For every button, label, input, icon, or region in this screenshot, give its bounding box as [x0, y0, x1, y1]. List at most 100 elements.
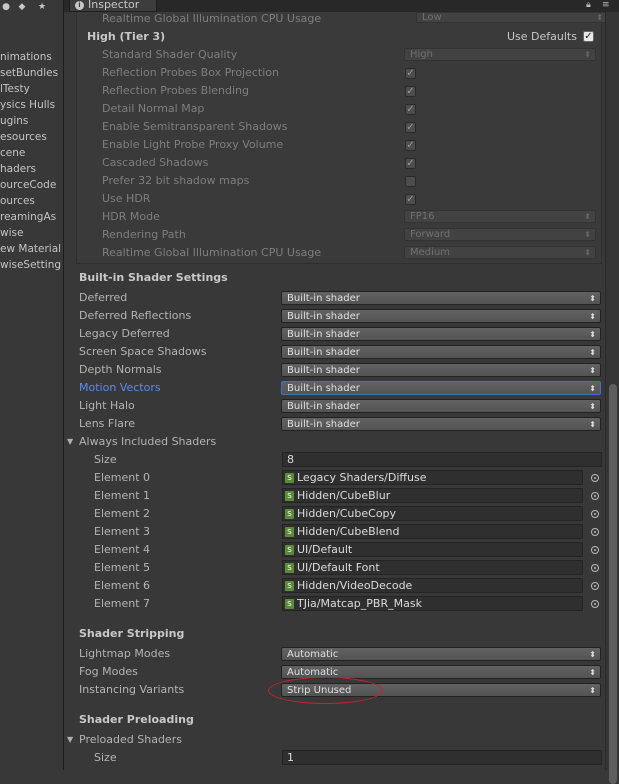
- object-picker-icon[interactable]: [591, 582, 599, 590]
- builtin-row: Light Halo Built-in shader ⬍: [79, 397, 604, 415]
- menu-icon[interactable]: ≡: [602, 0, 610, 10]
- project-item[interactable]: nimations: [0, 51, 52, 63]
- object-picker-icon[interactable]: [591, 564, 599, 572]
- project-item[interactable]: cene: [0, 147, 25, 159]
- scrollbar-thumb[interactable]: [609, 384, 617, 784]
- project-item[interactable]: setBundles: [0, 67, 58, 79]
- object-picker-icon[interactable]: [591, 474, 599, 482]
- project-item[interactable]: ources: [0, 195, 35, 207]
- size-input[interactable]: 1: [282, 750, 602, 765]
- element-row: Element 0 S Legacy Shaders/Diffuse: [94, 469, 609, 487]
- project-item[interactable]: haders: [0, 163, 36, 175]
- setting-dropdown[interactable]: High ⬍: [404, 48, 596, 61]
- shader-name: Hidden/CubeCopy: [297, 507, 397, 520]
- stripping-row: Lightmap Modes Automatic ⬍: [79, 645, 604, 663]
- element-label: Element 2: [94, 507, 151, 520]
- dropdown-value: Built-in shader: [287, 311, 360, 322]
- shader-object-field[interactable]: S Hidden/CubeCopy: [282, 506, 583, 521]
- object-picker-icon[interactable]: [591, 600, 599, 608]
- shader-name: Legacy Shaders/Diffuse: [297, 471, 427, 484]
- preloaded-shaders-foldout[interactable]: ▼ Preloaded Shaders: [67, 731, 607, 749]
- project-item[interactable]: lTesty: [0, 83, 30, 95]
- preloaded-size-row: Size 1: [94, 749, 604, 767]
- builtin-dropdown[interactable]: Built-in shader ⬍: [281, 399, 601, 413]
- setting-checkbox[interactable]: ✓: [405, 86, 416, 97]
- builtin-dropdown[interactable]: Built-in shader ⬍: [281, 417, 601, 431]
- setting-checkbox[interactable]: ✓: [405, 122, 416, 133]
- setting-checkbox[interactable]: ✓: [405, 140, 416, 151]
- size-input[interactable]: 8: [282, 452, 602, 467]
- setting-label: Realtime Global Illumination CPU Usage: [102, 12, 322, 25]
- stripping-label: Fog Modes: [79, 665, 138, 678]
- builtin-dropdown[interactable]: Built-in shader ⬍: [281, 291, 601, 305]
- dropdown-value: Built-in shader: [287, 401, 360, 412]
- project-item[interactable]: ugins: [0, 115, 28, 127]
- builtin-dropdown[interactable]: Built-in shader ⬍: [281, 309, 601, 323]
- shader-object-field[interactable]: S UI/Default: [282, 542, 583, 557]
- project-item[interactable]: ysics Hulls: [0, 99, 55, 111]
- use-defaults-checkbox[interactable]: ✓: [583, 31, 594, 42]
- object-picker-icon[interactable]: [591, 510, 599, 518]
- shader-object-field[interactable]: S Hidden/CubeBlend: [282, 524, 583, 539]
- always-included-label: Always Included Shaders: [79, 435, 217, 448]
- setting-dropdown[interactable]: Medium ⬍: [404, 246, 596, 259]
- setting-label: Reflection Probes Blending: [102, 84, 249, 97]
- builtin-dropdown[interactable]: Built-in shader ⬍: [281, 381, 601, 395]
- lock-icon[interactable]: 🔒︎: [586, 0, 591, 10]
- setting-checkbox[interactable]: [405, 176, 416, 187]
- builtin-dropdown[interactable]: Built-in shader ⬍: [281, 345, 601, 359]
- inspector-scrollbar[interactable]: [605, 12, 619, 784]
- tag-icon[interactable]: ◆: [16, 2, 28, 12]
- setting-checkbox[interactable]: ✓: [405, 158, 416, 169]
- tier3-header[interactable]: High (Tier 3) Use Defaults ✓: [87, 28, 602, 46]
- preloaded-shaders-label: Preloaded Shaders: [79, 733, 182, 746]
- object-picker-icon[interactable]: [591, 546, 599, 554]
- shader-icon: S: [285, 563, 294, 573]
- tier3-setting-row: Detail Normal Map ✓: [102, 100, 602, 118]
- project-item[interactable]: reamingAs: [0, 211, 56, 223]
- shader-object-field[interactable]: S Hidden/CubeBlur: [282, 488, 583, 503]
- shader-object-field[interactable]: S UI/Default Font: [282, 560, 583, 575]
- shader-object-field[interactable]: S Legacy Shaders/Diffuse: [282, 470, 583, 485]
- always-included-foldout[interactable]: ▼ Always Included Shaders: [67, 433, 607, 451]
- setting-checkbox[interactable]: ✓: [405, 194, 416, 205]
- project-item[interactable]: esources: [0, 131, 47, 143]
- shader-icon: S: [285, 527, 294, 537]
- project-item[interactable]: ourceCode: [0, 179, 56, 191]
- builtin-dropdown[interactable]: Built-in shader ⬍: [281, 363, 601, 377]
- setting-checkbox[interactable]: ✓: [405, 68, 416, 79]
- gi-cpu-dropdown[interactable]: Low ⬍: [416, 12, 608, 23]
- element-label: Element 7: [94, 597, 151, 610]
- stripping-dropdown[interactable]: Automatic ⬍: [281, 647, 601, 661]
- project-item[interactable]: wise: [0, 227, 23, 239]
- shader-icon: S: [285, 599, 294, 609]
- project-item[interactable]: ew Material: [0, 243, 61, 255]
- stripping-label: Lightmap Modes: [79, 647, 171, 660]
- project-item[interactable]: wiseSetting: [0, 259, 61, 271]
- builtin-label: Motion Vectors: [79, 381, 161, 394]
- setting-dropdown[interactable]: Forward ⬍: [404, 228, 596, 241]
- tier3-setting-row: Enable Semitransparent Shadows ✓: [102, 118, 602, 136]
- shader-object-field[interactable]: S TJia/Matcap_PBR_Mask: [282, 596, 583, 611]
- object-picker-icon[interactable]: [591, 528, 599, 536]
- shader-icon: S: [285, 581, 294, 591]
- dropdown-value: Built-in shader: [287, 383, 360, 394]
- chevron-down-icon: ⬍: [589, 366, 596, 375]
- shader-object-field[interactable]: S Hidden/VideoDecode: [282, 578, 583, 593]
- builtin-label: Depth Normals: [79, 363, 162, 376]
- create-icon[interactable]: ●: [0, 2, 12, 12]
- dropdown-value: Forward: [410, 229, 451, 240]
- object-picker-icon[interactable]: [591, 492, 599, 500]
- shader-icon: S: [285, 509, 294, 519]
- setting-dropdown[interactable]: FP16 ⬍: [404, 210, 596, 223]
- shader-name: UI/Default Font: [297, 561, 380, 574]
- chevron-down-icon: ⬍: [584, 248, 591, 257]
- setting-label: Standard Shader Quality: [102, 48, 238, 61]
- chevron-down-icon: ⬍: [589, 420, 596, 429]
- star-icon[interactable]: ★: [36, 2, 48, 12]
- stripping-label: Instancing Variants: [79, 683, 185, 696]
- setting-checkbox[interactable]: ✓: [405, 104, 416, 115]
- builtin-dropdown[interactable]: Built-in shader ⬍: [281, 327, 601, 341]
- setting-label: Reflection Probes Box Projection: [102, 66, 279, 79]
- tier-title: High (Tier 3): [87, 30, 166, 43]
